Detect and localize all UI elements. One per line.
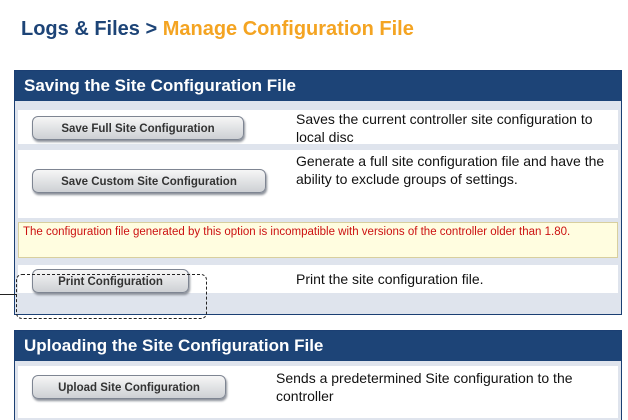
- save-full-site-configuration-button[interactable]: Save Full Site Configuration: [32, 116, 244, 140]
- uploading-section: Uploading the Site Configuration File Up…: [14, 330, 622, 420]
- callout-leader-line: [0, 294, 17, 295]
- compatibility-warning: The configuration file generated by this…: [18, 222, 618, 258]
- breadcrumb-parent[interactable]: Logs & Files >: [21, 18, 157, 40]
- page-title: Logs & Files > Manage Configuration File: [21, 18, 414, 41]
- save-custom-row: Save Custom Site Configuration Generate …: [18, 150, 618, 218]
- breadcrumb-current: Manage Configuration File: [162, 18, 414, 40]
- upload-site-configuration-button[interactable]: Upload Site Configuration: [32, 375, 226, 399]
- upload-description: Sends a predetermined Site configuration…: [276, 370, 573, 404]
- save-full-row: Save Full Site Configuration Saves the c…: [18, 110, 618, 145]
- save-custom-site-configuration-button[interactable]: Save Custom Site Configuration: [32, 169, 266, 193]
- save-custom-description: Generate a full site configuration file …: [296, 153, 605, 187]
- print-description: Print the site configuration file.: [296, 271, 484, 287]
- upload-row: Upload Site Configuration Sends a predet…: [18, 366, 618, 418]
- callout-highlight-box: [16, 274, 207, 319]
- saving-section-header: Saving the Site Configuration File: [15, 71, 621, 101]
- uploading-section-header: Uploading the Site Configuration File: [15, 331, 621, 361]
- save-full-description: Saves the current controller site config…: [296, 111, 593, 145]
